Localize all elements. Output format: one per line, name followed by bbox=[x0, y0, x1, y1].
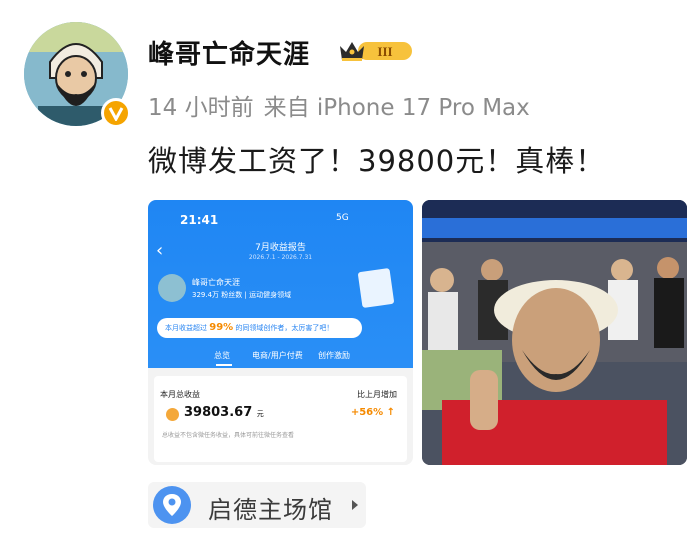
location-tag[interactable]: 启德主场馆 bbox=[148, 482, 366, 528]
crown-badge-icon[interactable]: III bbox=[338, 38, 414, 64]
post-time: 14 小时前 bbox=[148, 95, 254, 121]
amount-unit: 元 bbox=[256, 410, 264, 418]
report-title: 7月收益报告 bbox=[255, 243, 306, 253]
tab-overview: 总览 bbox=[214, 351, 230, 360]
bubble-pct: 99% bbox=[209, 322, 234, 333]
tab-underline bbox=[216, 364, 232, 366]
document-icon bbox=[357, 267, 395, 309]
post-meta: 14 小时前 来自 iPhone 17 Pro Max bbox=[148, 88, 540, 122]
location-pin-icon bbox=[153, 486, 191, 524]
post-text: 微博发工资了！39800元！真棒！ bbox=[148, 144, 606, 178]
mini-name: 峰哥亡命天涯 bbox=[192, 278, 240, 287]
badge-level: III bbox=[377, 44, 392, 59]
earnings-screenshot-image[interactable]: 21:41 5G ‹ 7月收益报告 2026.7.1 - 2026.7.31 峰… bbox=[148, 200, 413, 465]
post-source: 来自 iPhone 17 Pro Max bbox=[263, 95, 530, 121]
report-dates: 2026.7.1 - 2026.7.31 bbox=[248, 254, 313, 261]
screenshot-status: 5G bbox=[336, 213, 349, 223]
verified-v-icon bbox=[101, 98, 131, 128]
bubble-prefix: 本月收益超过 bbox=[165, 324, 207, 332]
followers-count: 329.4万 bbox=[192, 291, 220, 299]
stadium-selfie-photo[interactable] bbox=[422, 200, 687, 465]
category-suffix: 领域 bbox=[277, 291, 292, 299]
earnings-note: 总收益不包含微任务收益，具体可前往微任务查看 bbox=[162, 432, 295, 439]
rank-bubble: 本月收益超过 99% 的同领域创作者，太厉害了吧！ bbox=[157, 318, 362, 338]
mini-stats: 329.4万 粉丝数 | 运动健身领域 bbox=[192, 290, 291, 300]
location-name: 启德主场馆 bbox=[208, 496, 333, 524]
earnings-amount: 39803.67 元 bbox=[184, 405, 264, 420]
chevron-right-icon bbox=[352, 500, 358, 510]
increase-pct: +56% ↑ bbox=[350, 407, 395, 418]
amount-value: 39803.67 bbox=[184, 405, 253, 420]
screenshot-time: 21:41 bbox=[180, 213, 219, 227]
username[interactable]: 峰哥亡命天涯 bbox=[148, 34, 310, 71]
followers-label: 粉丝数 bbox=[221, 291, 243, 299]
category: 运动健身 bbox=[249, 291, 278, 299]
bubble-suffix: 的同领域创作者，太厉害了吧！ bbox=[235, 324, 334, 332]
divider-bar: | bbox=[244, 291, 247, 299]
coin-icon bbox=[166, 408, 179, 421]
tab-incentive: 创作激励 bbox=[318, 351, 350, 360]
mini-avatar bbox=[158, 274, 186, 302]
tab-ecommerce: 电商/用户付费 bbox=[252, 351, 303, 360]
total-label: 本月总收益 bbox=[160, 390, 200, 399]
compare-label: 比上月增加 bbox=[357, 390, 397, 399]
